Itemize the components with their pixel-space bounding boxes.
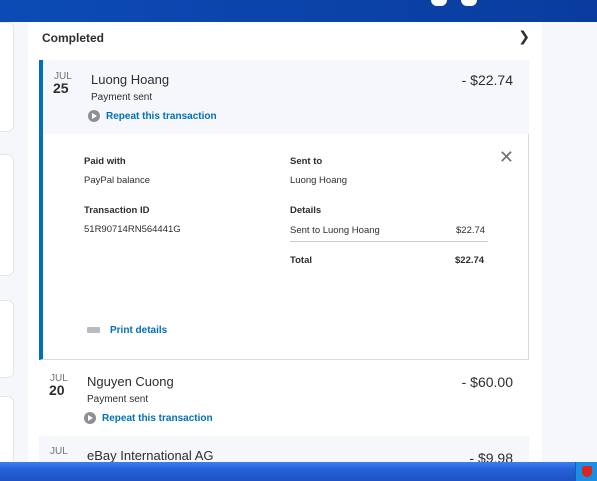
transaction-name: Nguyen Cuong <box>87 374 174 389</box>
repeat-icon <box>84 412 96 424</box>
print-details-link[interactable]: Print details <box>87 324 168 337</box>
settings-icon[interactable] <box>461 0 477 6</box>
transaction-id-label: Transaction ID <box>84 205 150 216</box>
transaction-day: 25 <box>53 80 69 96</box>
activity-panel: Completed ❯ JUL 25 Luong Hoang Payment s… <box>28 22 542 462</box>
line-item-label: Sent to Luong Hoang <box>290 225 380 236</box>
header-bar <box>0 0 597 22</box>
transaction-header[interactable]: JUL 25 Luong Hoang Payment sent - $22.74… <box>39 60 529 134</box>
sent-to-value: Luong Hoang <box>290 175 348 186</box>
transaction-amount: - $9.98 <box>469 450 513 462</box>
paid-with-value: PayPal balance <box>84 175 151 186</box>
transaction-name: Luong Hoang <box>91 72 170 87</box>
repeat-transaction-link[interactable]: Repeat this transaction <box>84 412 213 424</box>
details-label: Details <box>290 205 322 216</box>
total-label: Total <box>290 255 312 266</box>
repeat-transaction-label: Repeat this transaction <box>106 110 217 122</box>
transaction-amount: - $60.00 <box>461 374 513 390</box>
section-title: Completed <box>42 31 105 45</box>
left-card[interactable] <box>0 396 14 466</box>
transaction-item: JUL 25 Luong Hoang Payment sent - $22.74… <box>39 60 529 360</box>
transaction-details: ✕ Paid with PayPal balance Sent to Luong… <box>39 134 529 360</box>
transaction-id-value: 51R90714RN564441G <box>84 224 181 235</box>
chevron-right-icon[interactable]: ❯ <box>518 28 530 45</box>
paid-with-label: Paid with <box>84 156 126 167</box>
repeat-transaction-link[interactable]: Repeat this transaction <box>88 110 217 122</box>
repeat-icon <box>88 110 100 122</box>
system-tray <box>575 462 597 481</box>
divider <box>290 241 488 242</box>
transaction-day: 20 <box>49 382 65 398</box>
transaction-header[interactable]: JUL eBay International AG - $9.98 <box>39 436 529 462</box>
print-details-label: Print details <box>110 324 168 336</box>
total-amount: $22.74 <box>455 255 485 266</box>
sent-to-label: Sent to <box>290 156 323 167</box>
taskbar <box>0 462 597 481</box>
notification-icon[interactable] <box>431 0 447 6</box>
left-card[interactable] <box>0 154 14 276</box>
left-card[interactable] <box>0 22 14 132</box>
line-item-amount: $22.74 <box>456 225 486 236</box>
printer-icon <box>87 324 100 337</box>
transaction-header[interactable]: JUL 20 Nguyen Cuong Payment sent - $60.0… <box>39 362 529 436</box>
transaction-name: eBay International AG <box>87 448 214 462</box>
transaction-month: JUL <box>50 446 68 457</box>
close-icon[interactable]: ✕ <box>499 148 514 166</box>
transaction-item: JUL eBay International AG - $9.98 <box>39 436 529 462</box>
repeat-transaction-label: Repeat this transaction <box>102 412 213 424</box>
transaction-item: JUL 20 Nguyen Cuong Payment sent - $60.0… <box>39 362 529 436</box>
header-icons <box>431 0 477 6</box>
transaction-status: Payment sent <box>87 394 149 405</box>
left-card[interactable] <box>0 300 14 378</box>
transaction-status: Payment sent <box>91 92 153 103</box>
transaction-amount: - $22.74 <box>461 72 513 88</box>
security-shield-icon[interactable] <box>582 466 592 477</box>
